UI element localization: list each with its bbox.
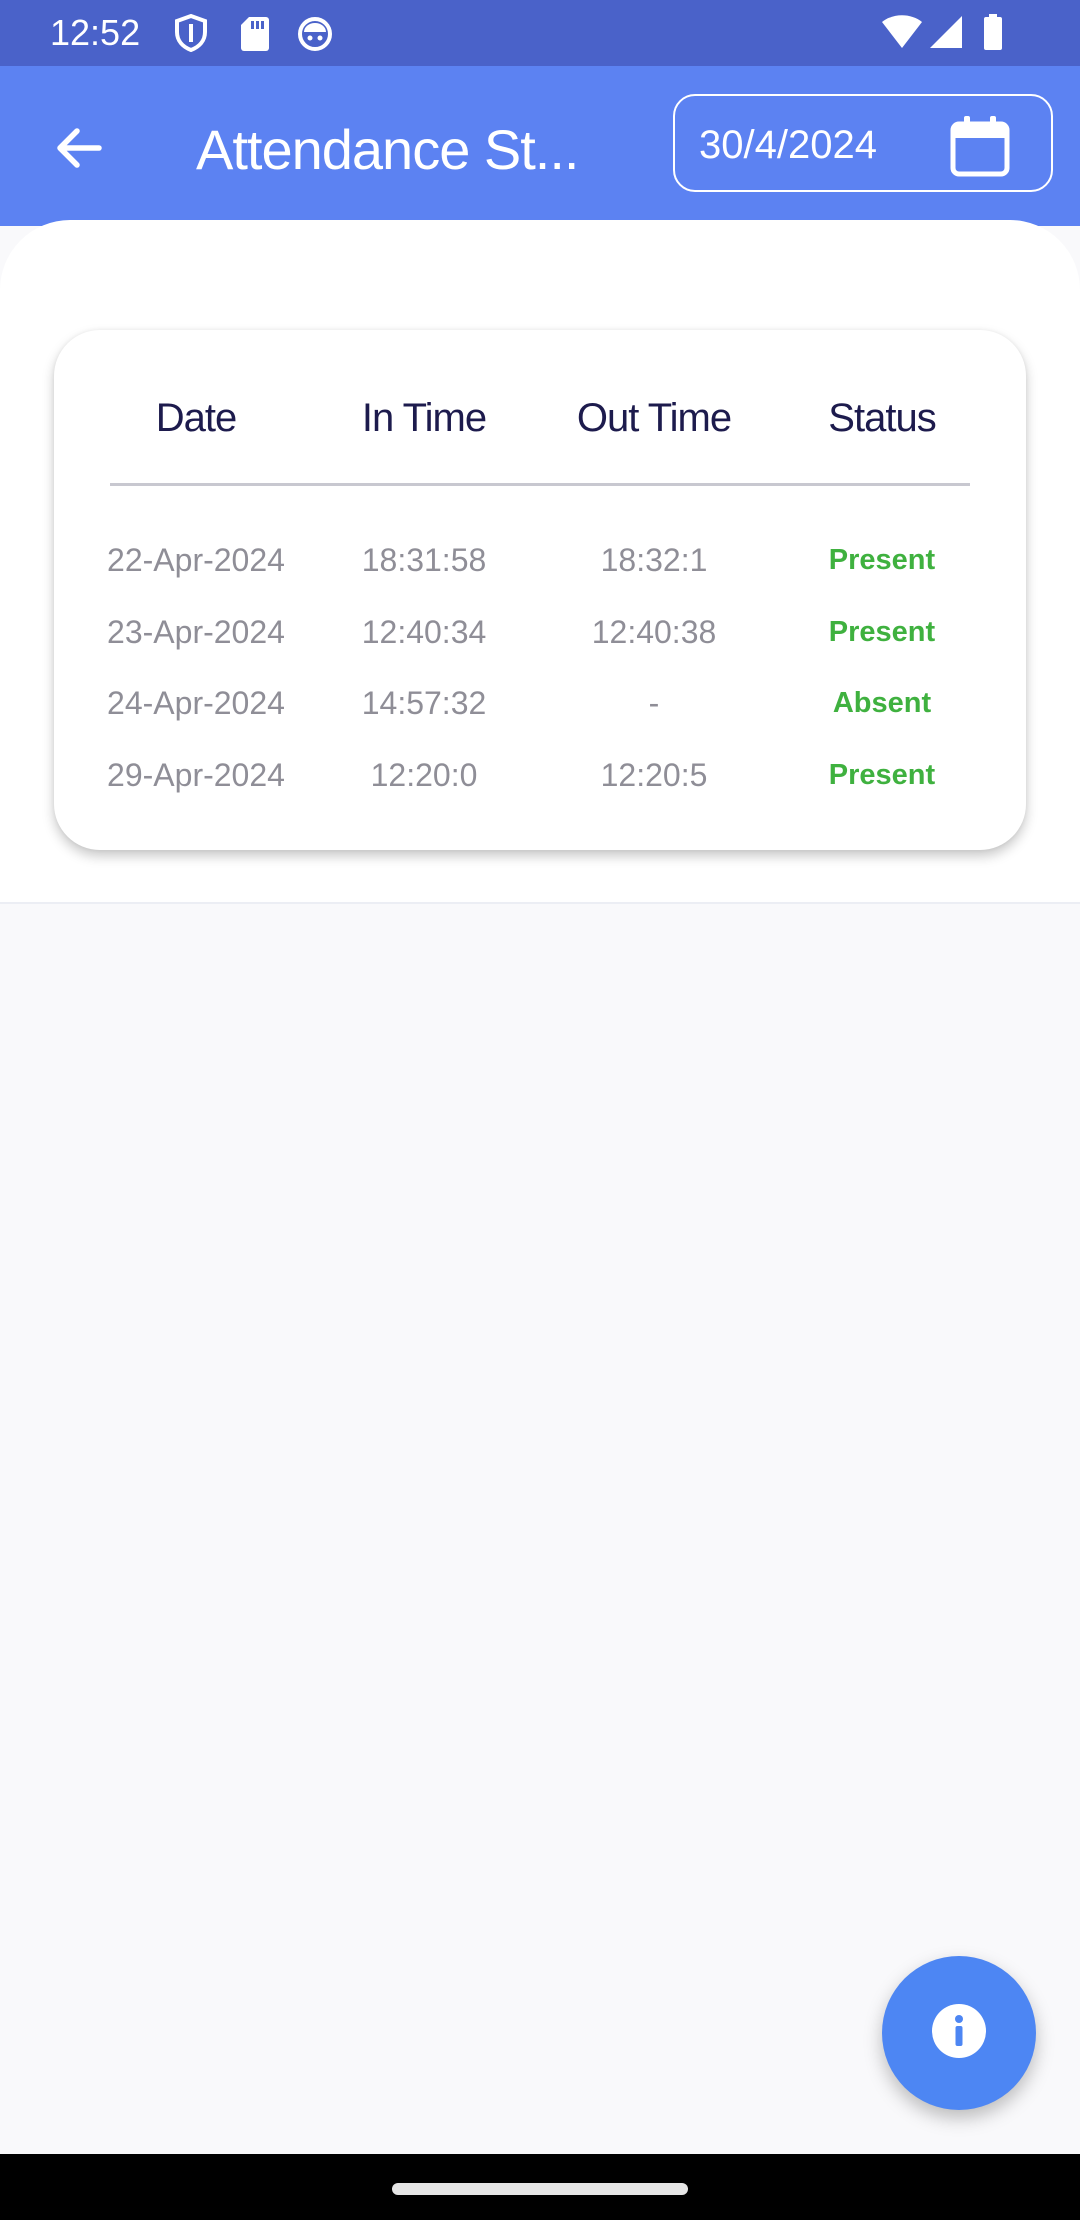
row-in-time: 12:40:34 [361, 614, 487, 650]
row-status: Present [828, 616, 936, 648]
row-date: 29-Apr-2024 [107, 757, 285, 793]
row-status: Present [828, 544, 936, 576]
row-out-time: - [648, 685, 660, 721]
info-fab-button[interactable] [882, 1956, 1036, 2110]
attendance-card: Date In Time Out Time Status 22-Apr-2024… [54, 330, 1026, 850]
header-divider [110, 483, 970, 486]
row-out-time: 12:40:38 [591, 614, 717, 650]
wifi-icon [880, 12, 924, 52]
row-date: 23-Apr-2024 [107, 614, 285, 650]
header-date: Date [155, 396, 238, 440]
row-in-time: 18:31:58 [361, 542, 487, 578]
shield-icon [172, 14, 210, 52]
info-icon [931, 2003, 987, 2064]
row-in-time: 12:20:0 [370, 757, 478, 793]
row-in-time: 14:57:32 [361, 685, 487, 721]
signal-icon [928, 12, 964, 52]
back-button[interactable] [40, 112, 116, 188]
date-value: 30/4/2024 [699, 123, 877, 167]
page-title: Attendance St... [196, 118, 579, 181]
header-out-time: Out Time [576, 396, 732, 440]
row-out-time: 12:20:5 [600, 757, 708, 793]
row-date: 24-Apr-2024 [107, 685, 285, 721]
header-status: Status [828, 396, 936, 440]
battery-icon [982, 12, 1004, 52]
status-time: 12:52 [50, 12, 141, 53]
header-in-time: In Time [361, 396, 487, 440]
android-face-icon [296, 14, 334, 52]
sd-card-icon [236, 14, 274, 52]
home-gesture-handle[interactable] [392, 2183, 688, 2195]
app-bar: Attendance St... 30/4/2024 [0, 66, 1080, 226]
arrow-left-icon [53, 126, 103, 175]
row-date: 22-Apr-2024 [107, 542, 285, 578]
row-status: Absent [832, 687, 932, 719]
row-status: Present [828, 759, 936, 791]
status-bar: 12:52 [0, 0, 1080, 66]
date-picker-field[interactable]: 30/4/2024 [673, 94, 1053, 192]
calendar-icon[interactable] [949, 114, 1011, 178]
navigation-bar [0, 2154, 1080, 2220]
row-out-time: 18:32:1 [600, 542, 708, 578]
